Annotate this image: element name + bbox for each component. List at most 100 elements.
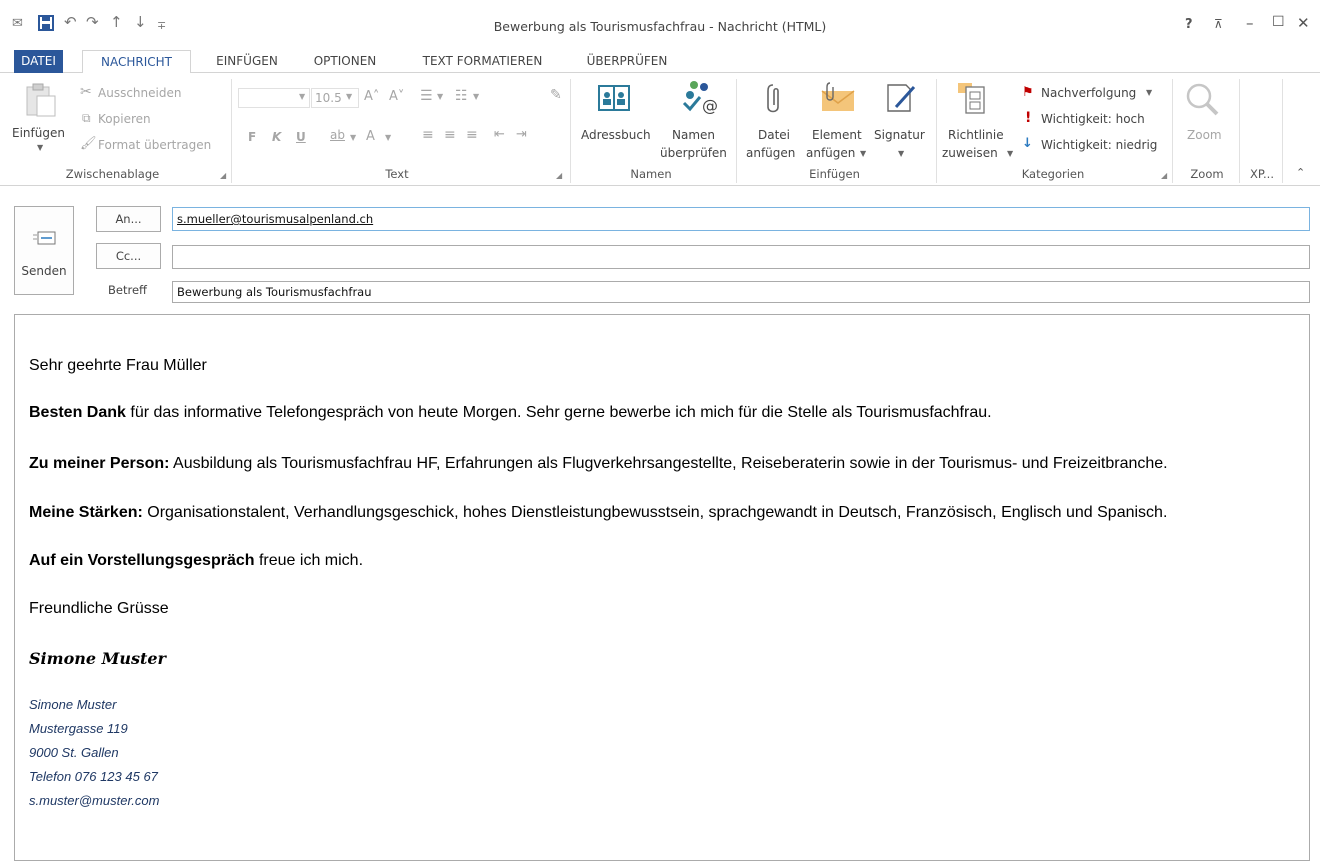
tab-einfuegen[interactable]: EINFÜGEN: [205, 50, 289, 73]
group-label-xp: XP...: [1250, 167, 1274, 181]
attach-item-label-2[interactable]: anfügen: [806, 146, 855, 160]
importance-high-icon: !: [1025, 110, 1032, 126]
arrow-up-icon[interactable]: ↑: [110, 14, 123, 30]
dialog-launcher-icon[interactable]: ◢: [1161, 171, 1167, 180]
paragraph-thanks-text: für das informative Telefongespräch von …: [125, 404, 992, 421]
cut-button[interactable]: Ausschneiden: [98, 86, 181, 100]
tab-ueberpruefen[interactable]: ÜBERPRÜFEN: [572, 50, 682, 73]
group-label-einfuegen: Einfügen: [809, 167, 860, 181]
cc-field[interactable]: [172, 245, 1310, 269]
paste-button[interactable]: Einfügen: [12, 126, 65, 140]
bold-button[interactable]: F: [248, 130, 256, 144]
zoom-button[interactable]: Zoom: [1187, 128, 1222, 142]
font-color-icon[interactable]: A: [366, 129, 375, 144]
attach-item-label-1[interactable]: Element: [812, 128, 862, 142]
close-icon[interactable]: ✕: [1297, 14, 1310, 32]
maximize-icon[interactable]: ☐: [1272, 14, 1285, 30]
group-label-kategorien: Kategorien: [1021, 167, 1085, 181]
undo-icon[interactable]: ↶: [64, 14, 77, 30]
policy-label-1[interactable]: Richtlinie: [948, 128, 1004, 142]
group-label-zwischenablage: Zwischenablage: [65, 167, 160, 181]
minimize-icon[interactable]: –: [1246, 14, 1254, 32]
tab-nachricht[interactable]: NACHRICHT: [82, 50, 191, 74]
importance-high-button[interactable]: Wichtigkeit: hoch: [1041, 112, 1145, 126]
align-center-icon[interactable]: ≡: [444, 127, 456, 143]
chevron-down-icon: ▼: [385, 133, 392, 142]
align-left-icon[interactable]: ≡: [422, 127, 434, 143]
chevron-down-icon: ▼: [299, 92, 306, 101]
attach-item-icon: [821, 82, 855, 111]
chevron-down-icon: ▼: [898, 149, 905, 158]
collapse-ribbon-icon[interactable]: ⌃: [1296, 166, 1305, 179]
chevron-down-icon: ▼: [346, 92, 353, 101]
dialog-launcher-icon[interactable]: ◢: [556, 171, 562, 180]
chevron-down-icon: ▼: [350, 133, 357, 142]
paste-dropdown-icon[interactable]: ▼: [37, 143, 43, 152]
followup-button[interactable]: Nachverfolgung: [1041, 86, 1136, 100]
underline-button[interactable]: U: [296, 130, 306, 144]
arrow-down-icon[interactable]: ↓: [134, 14, 147, 30]
message-body[interactable]: Sehr geehrte Frau Müller Besten Dank für…: [14, 314, 1310, 861]
sig-street: Mustergasse 119: [29, 721, 128, 736]
group-label-namen: Namen: [630, 167, 672, 181]
redo-icon[interactable]: ↷: [86, 14, 99, 30]
check-names-label-1[interactable]: Namen: [672, 128, 715, 142]
italic-button[interactable]: K: [272, 130, 281, 144]
attach-file-label-2[interactable]: anfügen: [746, 146, 795, 160]
tab-datei[interactable]: DATEI: [14, 50, 63, 73]
chevron-down-icon: ▼: [860, 149, 867, 158]
signature-script: Simone Muster: [29, 649, 166, 668]
grow-font-icon[interactable]: A˄: [364, 89, 379, 104]
policy-label-2[interactable]: zuweisen: [942, 146, 998, 160]
shrink-font-icon[interactable]: A˅: [389, 89, 404, 104]
policy-icon: [958, 83, 985, 114]
ribbon: Einfügen ▼ ✂ Ausschneiden ⧉ Kopieren 🖌 F…: [0, 73, 1320, 186]
group-label-zoom: Zoom: [1190, 167, 1224, 181]
importance-low-icon: ↓: [1022, 136, 1033, 151]
save-icon[interactable]: [38, 15, 54, 31]
check-names-label-2[interactable]: überprüfen: [660, 146, 727, 160]
paragraph-person-bold: Zu meiner Person:: [29, 455, 170, 472]
attach-file-label-1[interactable]: Datei: [758, 128, 790, 142]
paragraph-strengths-text: Organisationstalent, Verhandlungsgeschic…: [142, 504, 1168, 521]
decrease-indent-icon[interactable]: ⇤: [494, 127, 505, 142]
cc-button[interactable]: Cc...: [96, 243, 161, 269]
send-label: Senden: [21, 264, 67, 278]
to-button[interactable]: An...: [96, 206, 161, 232]
increase-indent-icon[interactable]: ⇥: [516, 127, 527, 142]
paragraph-interview-bold: Auf ein Vorstellungsgespräch: [29, 552, 255, 569]
help-icon[interactable]: ?: [1185, 17, 1193, 32]
dialog-launcher-icon[interactable]: ◢: [220, 171, 226, 180]
address-book-button[interactable]: Adressbuch: [581, 128, 651, 142]
sig-email: s.muster@muster.com: [29, 793, 160, 808]
clear-formatting-icon[interactable]: ✎: [550, 87, 562, 103]
paragraph-person-text: Ausbildung als Tourismusfachfrau HF, Erf…: [169, 455, 1168, 472]
to-field[interactable]: s.mueller@tourismusalpenland.ch: [172, 207, 1310, 231]
to-recipient[interactable]: s.mueller@tourismusalpenland.ch: [177, 212, 373, 226]
app-icon: ✉: [12, 16, 23, 31]
paragraph-thanks: Besten Dank für das informative Telefong…: [29, 404, 992, 422]
format-painter-button[interactable]: Format übertragen: [98, 138, 211, 152]
highlight-icon[interactable]: ab: [330, 128, 345, 142]
paragraph-strengths: Meine Stärken: Organisationstalent, Verh…: [29, 504, 1167, 522]
window-title: Bewerbung als Tourismusfachfrau - Nachri…: [493, 19, 827, 34]
tab-text-formatieren[interactable]: TEXT FORMATIEREN: [405, 50, 560, 73]
align-right-icon[interactable]: ≡: [466, 127, 478, 143]
chevron-down-icon: ▼: [437, 92, 444, 101]
closing: Freundliche Grüsse: [29, 600, 169, 617]
copy-button[interactable]: Kopieren: [98, 112, 151, 126]
chevron-down-icon: ▼: [473, 92, 480, 101]
bullets-icon[interactable]: ☰: [420, 88, 433, 104]
customize-quick-access-icon[interactable]: ∓: [157, 18, 166, 34]
signature-button[interactable]: Signatur: [874, 128, 925, 142]
paragraph-person: Zu meiner Person: Ausbildung als Tourism…: [29, 455, 1168, 473]
importance-low-button[interactable]: Wichtigkeit: niedrig: [1041, 138, 1157, 152]
paste-icon: [26, 83, 56, 117]
ribbon-display-options-icon[interactable]: ⊼: [1214, 17, 1223, 31]
send-button[interactable]: Senden: [14, 206, 74, 295]
tab-optionen[interactable]: OPTIONEN: [303, 50, 387, 73]
subject-field[interactable]: Bewerbung als Tourismusfachfrau: [172, 281, 1310, 303]
numbering-icon[interactable]: ☷: [455, 88, 468, 104]
font-size-value: 10.5: [315, 91, 342, 105]
greeting: Sehr geehrte Frau Müller: [29, 357, 207, 374]
